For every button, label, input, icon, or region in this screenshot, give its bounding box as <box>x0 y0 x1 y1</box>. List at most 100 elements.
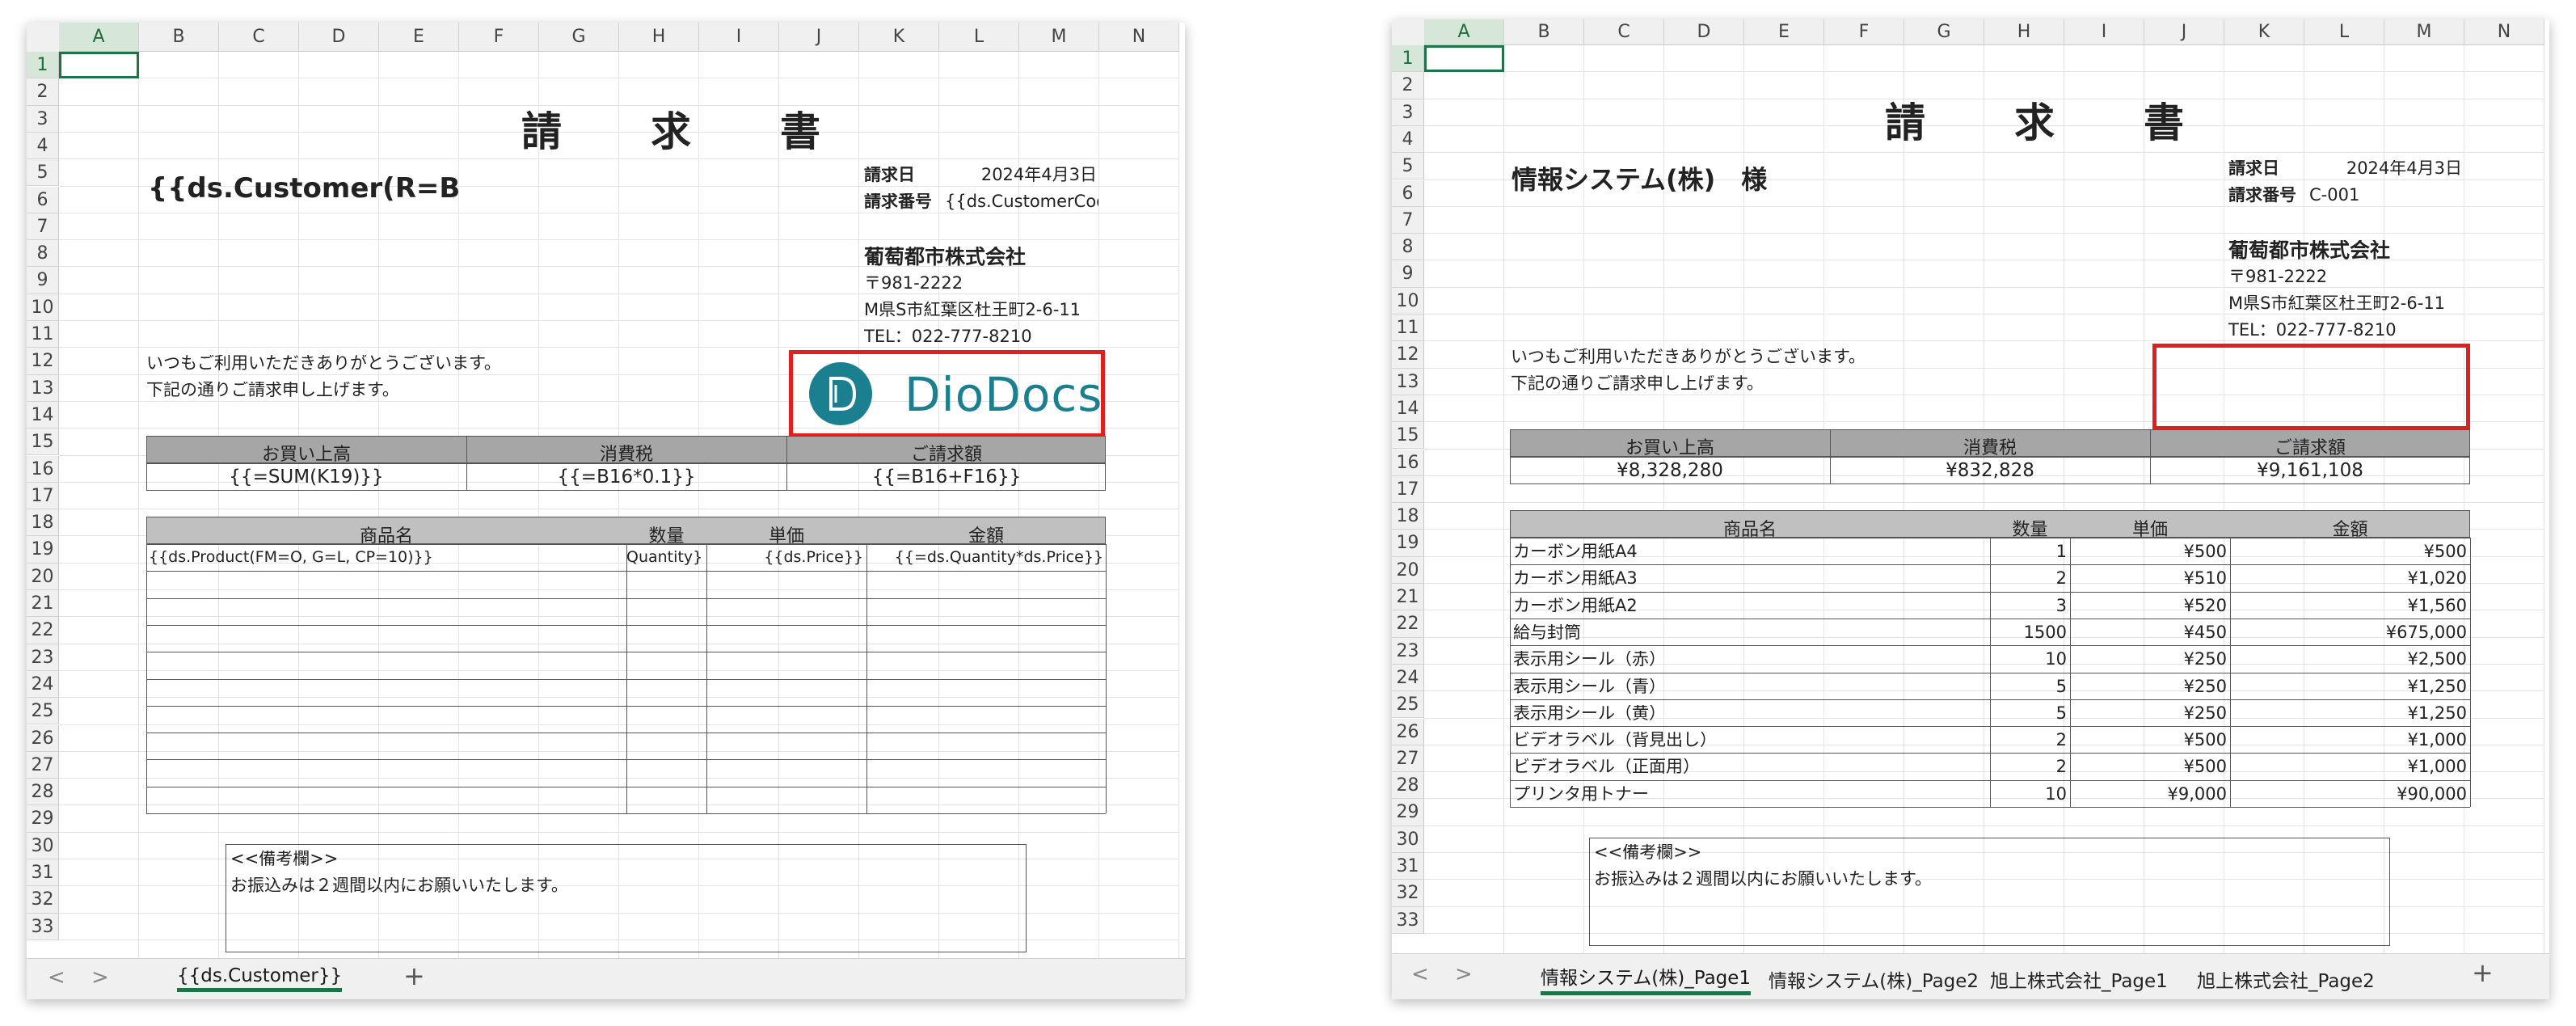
row-header-17[interactable]: 17 <box>1392 475 1424 504</box>
row-header-26[interactable]: 26 <box>27 724 59 752</box>
row-header-30[interactable]: 30 <box>1392 825 1424 853</box>
row-header-32[interactable]: 32 <box>1392 880 1424 907</box>
row-header-6[interactable]: 6 <box>1392 179 1424 207</box>
row-header-17[interactable]: 17 <box>27 482 59 510</box>
column-header-g[interactable]: G <box>1904 19 1984 45</box>
row-header-1[interactable]: 1 <box>27 52 59 79</box>
row-header-14[interactable]: 14 <box>27 401 59 429</box>
row-header-18[interactable]: 18 <box>27 509 59 537</box>
row-header-12[interactable]: 12 <box>1392 341 1424 369</box>
row-header-1[interactable]: 1 <box>1392 45 1424 73</box>
tab-scroll-right-icon[interactable]: > <box>91 965 109 990</box>
tab-page-2[interactable]: 情報システム(株)_Page2 <box>1769 965 1979 993</box>
row-header-28[interactable]: 28 <box>1392 772 1424 800</box>
row-header-25[interactable]: 25 <box>1392 691 1424 719</box>
row-header-30[interactable]: 30 <box>27 832 59 859</box>
row-header-11[interactable]: 11 <box>27 321 59 348</box>
column-header-k[interactable]: K <box>2224 19 2304 45</box>
column-header-e[interactable]: E <box>1744 19 1824 45</box>
row-header-13[interactable]: 13 <box>27 374 59 402</box>
row-header-16[interactable]: 16 <box>27 455 59 483</box>
column-header-a[interactable]: A <box>59 23 139 52</box>
column-header-h[interactable]: H <box>1984 19 2064 45</box>
column-header-n[interactable]: N <box>2464 19 2544 45</box>
column-header-g[interactable]: G <box>539 23 619 52</box>
row-header-21[interactable]: 21 <box>27 590 59 618</box>
row-header-2[interactable]: 2 <box>1392 72 1424 99</box>
active-cell-a1[interactable] <box>1424 45 1504 73</box>
row-header-7[interactable]: 7 <box>27 213 59 241</box>
tab-page-1[interactable]: 情報システム(株)_Page1 <box>1541 962 1752 995</box>
column-header-k[interactable]: K <box>859 23 939 52</box>
column-header-c[interactable]: C <box>1584 19 1664 45</box>
row-header-9[interactable]: 9 <box>27 267 59 294</box>
column-header-m[interactable]: M <box>2384 19 2464 45</box>
row-header-6[interactable]: 6 <box>27 186 59 213</box>
row-header-32[interactable]: 32 <box>27 886 59 914</box>
tab-page-4[interactable]: 旭上株式会社_Page2 <box>2197 965 2375 993</box>
select-all-corner[interactable] <box>27 23 60 53</box>
row-header-3[interactable]: 3 <box>1392 99 1424 126</box>
row-header-4[interactable]: 4 <box>27 132 59 160</box>
column-header-b[interactable]: B <box>139 23 219 52</box>
column-header-n[interactable]: N <box>1099 23 1179 52</box>
column-header-l[interactable]: L <box>939 23 1019 52</box>
row-header-7[interactable]: 7 <box>1392 206 1424 234</box>
row-header-28[interactable]: 28 <box>27 779 59 806</box>
tab-page-3[interactable]: 旭上株式会社_Page1 <box>1990 965 2168 993</box>
tab-scroll-left-icon[interactable]: < <box>48 965 65 990</box>
column-header-h[interactable]: H <box>619 23 699 52</box>
column-header-d[interactable]: D <box>299 23 379 52</box>
row-header-29[interactable]: 29 <box>27 805 59 833</box>
column-header-f[interactable]: F <box>459 23 539 52</box>
column-header-e[interactable]: E <box>379 23 459 52</box>
row-header-18[interactable]: 18 <box>1392 503 1424 530</box>
row-header-15[interactable]: 15 <box>1392 422 1424 450</box>
row-header-13[interactable]: 13 <box>1392 368 1424 395</box>
row-header-31[interactable]: 31 <box>1392 853 1424 880</box>
row-header-12[interactable]: 12 <box>27 348 59 375</box>
column-header-d[interactable]: D <box>1664 19 1744 45</box>
row-header-24[interactable]: 24 <box>27 670 59 699</box>
row-header-8[interactable]: 8 <box>27 240 59 268</box>
tab-scroll-left-icon[interactable]: < <box>1411 962 1429 986</box>
row-header-31[interactable]: 31 <box>27 859 59 887</box>
column-header-c[interactable]: C <box>219 23 299 52</box>
row-header-19[interactable]: 19 <box>27 536 59 564</box>
row-header-29[interactable]: 29 <box>1392 799 1424 826</box>
row-header-25[interactable]: 25 <box>27 698 59 725</box>
column-header-i[interactable]: I <box>2064 19 2144 45</box>
add-sheet-icon[interactable]: + <box>2472 957 2494 988</box>
row-header-24[interactable]: 24 <box>1392 664 1424 692</box>
row-header-22[interactable]: 22 <box>1392 610 1424 638</box>
row-header-5[interactable]: 5 <box>1392 153 1424 180</box>
tab-ds-customer[interactable]: {{ds.Customer}} <box>177 965 343 992</box>
row-header-33[interactable]: 33 <box>27 913 59 940</box>
tab-scroll-right-icon[interactable]: > <box>1455 962 1473 986</box>
row-header-5[interactable]: 5 <box>27 159 59 187</box>
row-header-15[interactable]: 15 <box>27 429 59 456</box>
row-header-23[interactable]: 23 <box>27 644 59 671</box>
column-header-j[interactable]: J <box>2144 19 2224 45</box>
row-header-23[interactable]: 23 <box>1392 637 1424 665</box>
row-header-9[interactable]: 9 <box>1392 260 1424 288</box>
row-header-10[interactable]: 10 <box>1392 287 1424 315</box>
column-header-j[interactable]: J <box>779 23 859 52</box>
row-header-20[interactable]: 20 <box>27 563 59 590</box>
column-header-l[interactable]: L <box>2304 19 2384 45</box>
add-sheet-icon[interactable]: + <box>403 961 425 991</box>
select-all-corner[interactable] <box>1392 19 1425 46</box>
column-header-f[interactable]: F <box>1824 19 1904 45</box>
row-header-26[interactable]: 26 <box>1392 718 1424 745</box>
row-header-16[interactable]: 16 <box>1392 449 1424 476</box>
row-header-14[interactable]: 14 <box>1392 395 1424 423</box>
row-header-4[interactable]: 4 <box>1392 125 1424 154</box>
column-header-m[interactable]: M <box>1019 23 1099 52</box>
row-header-20[interactable]: 20 <box>1392 556 1424 584</box>
row-header-27[interactable]: 27 <box>27 751 59 779</box>
row-header-21[interactable]: 21 <box>1392 584 1424 611</box>
active-cell-a1[interactable] <box>59 52 139 79</box>
row-header-27[interactable]: 27 <box>1392 745 1424 773</box>
row-header-10[interactable]: 10 <box>27 293 59 321</box>
row-header-19[interactable]: 19 <box>1392 530 1424 557</box>
